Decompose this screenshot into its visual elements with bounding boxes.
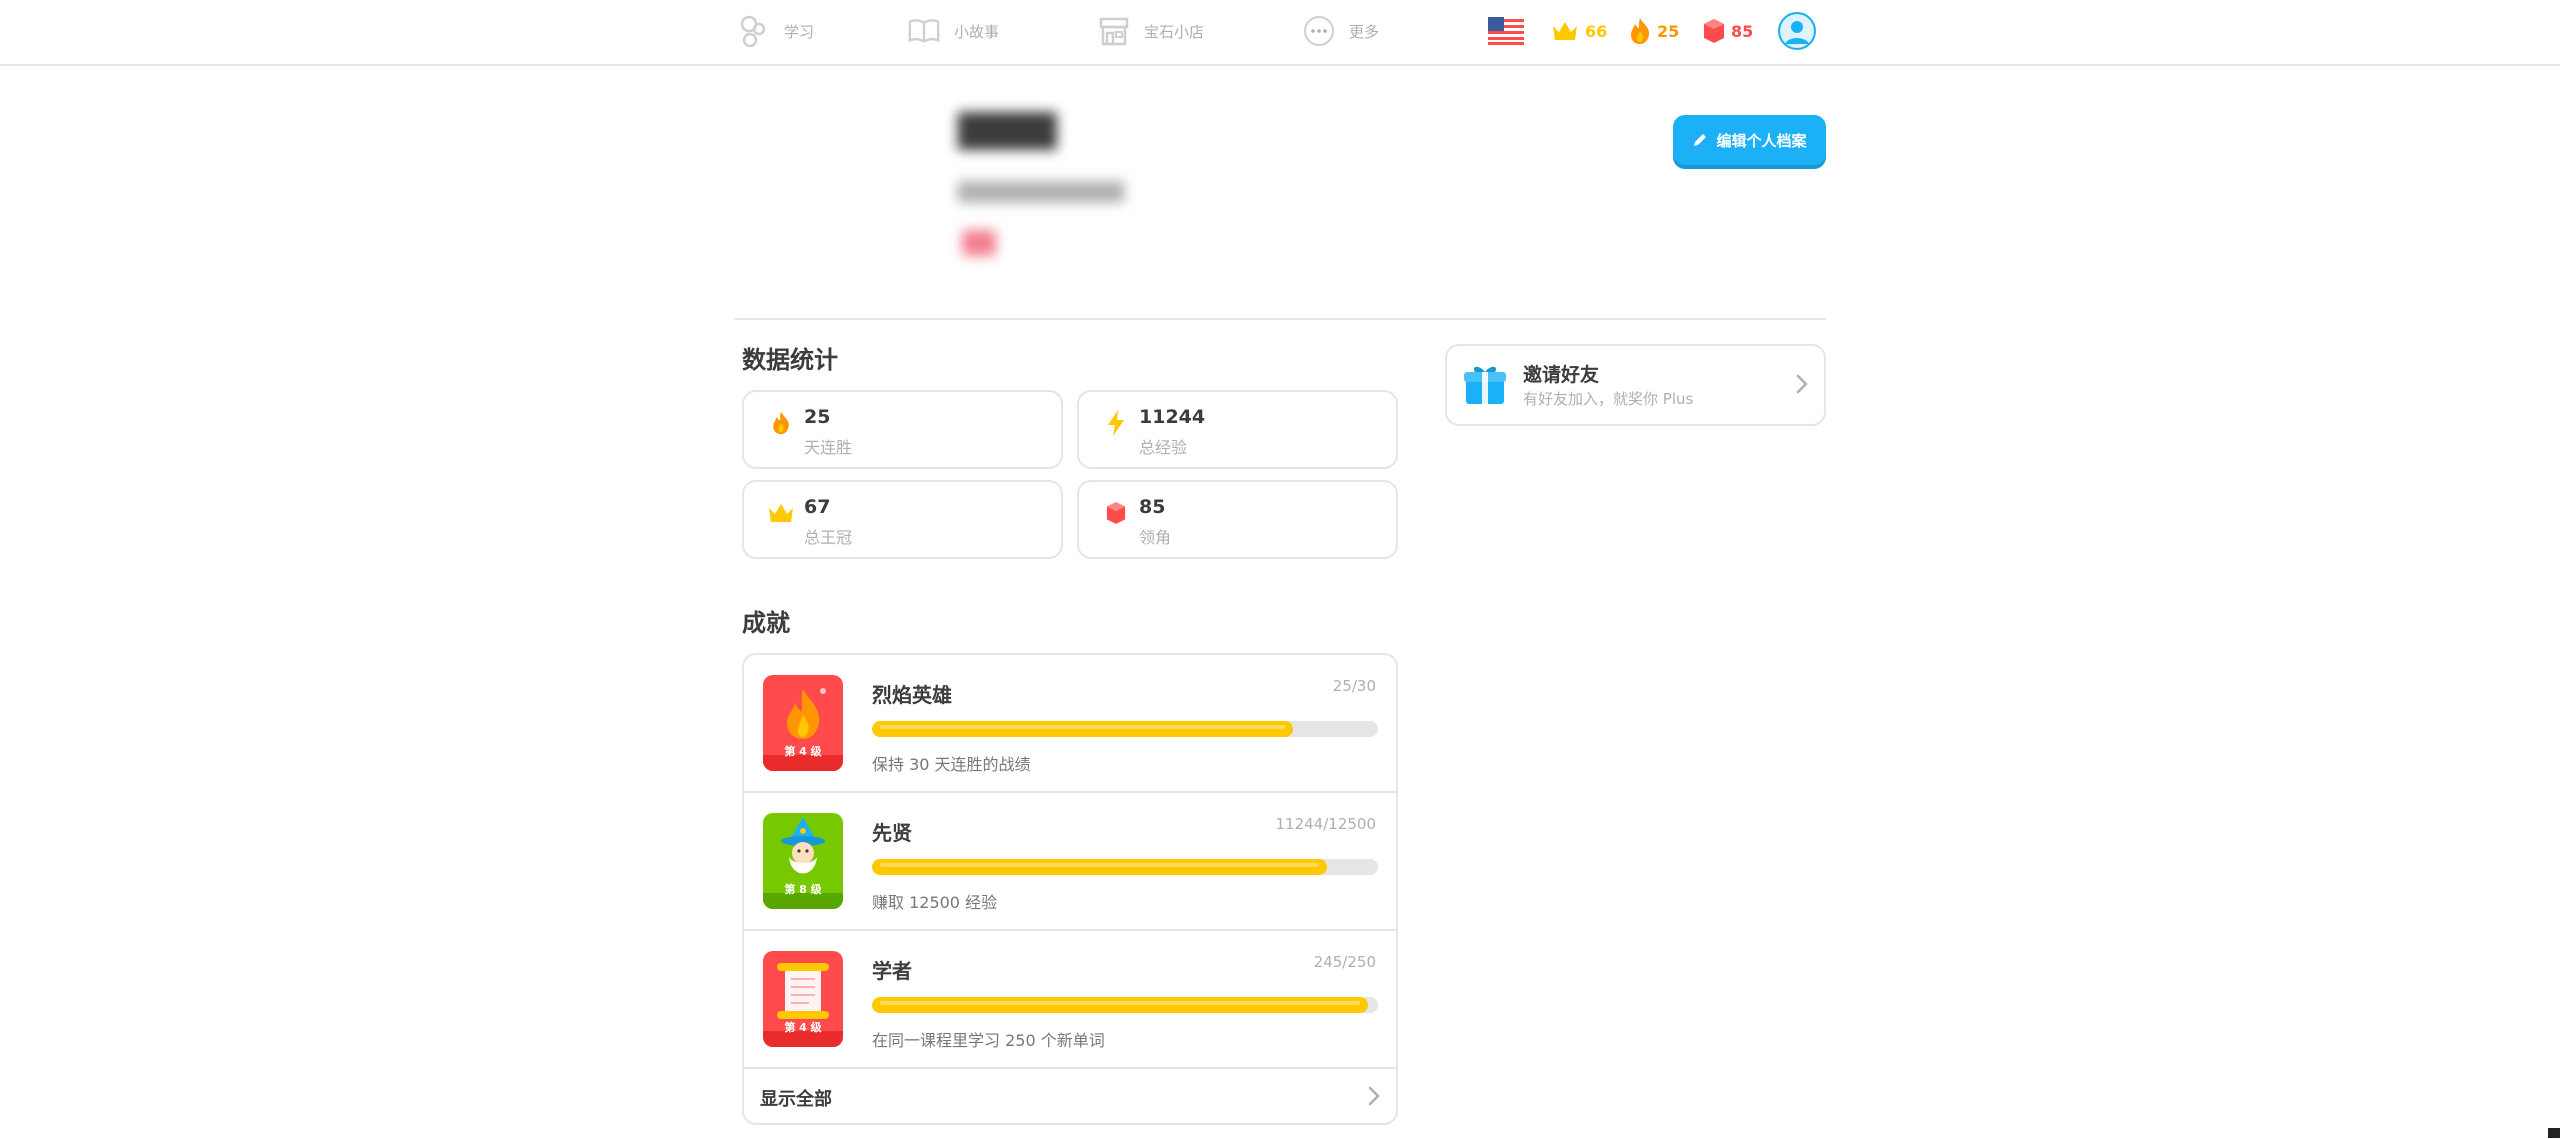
- achievement-progress-bar: [872, 997, 1378, 1013]
- course-flag[interactable]: [1488, 0, 1524, 62]
- achievement-progress-bar: [872, 859, 1378, 875]
- gem-icon: [1101, 498, 1131, 528]
- achievement-progress-bar: [872, 721, 1378, 737]
- achievements-list: 第 4 级 烈焰英雄 25/30 保持 30 天连胜的战绩 第 8 级 先贤 1…: [742, 653, 1398, 1125]
- gems-counter[interactable]: 85: [1703, 0, 1753, 62]
- stat-label: 天连胜: [804, 438, 853, 457]
- us-flag-icon: [1488, 17, 1524, 45]
- stats-title: 数据统计: [742, 346, 838, 374]
- edit-profile-button[interactable]: 编辑个人档案: [1673, 115, 1826, 165]
- achievement-description: 在同一课程里学习 250 个新单词: [872, 1031, 1105, 1050]
- pencil-icon: [1694, 134, 1707, 146]
- show-all-achievements-link[interactable]: 显示全部: [744, 1069, 1396, 1123]
- lightning-icon: [1101, 408, 1131, 438]
- achievement-level: 第 8 级: [784, 883, 822, 896]
- achievements-title: 成就: [742, 609, 790, 637]
- achievement-description: 保持 30 天连胜的战绩: [872, 755, 1031, 774]
- stat-value: 85: [1139, 496, 1166, 518]
- profile-flag-blurred: [962, 230, 996, 256]
- profile-meta-blurred: ████████████: [958, 182, 1125, 203]
- avatar[interactable]: [1778, 12, 1816, 50]
- progress-fill: [872, 721, 1294, 737]
- stat-label: 总王冠: [804, 528, 853, 547]
- crown-icon: [1553, 22, 1577, 40]
- achievement-description: 赚取 12500 经验: [872, 893, 998, 912]
- achievement-row[interactable]: 第 4 级 学者 245/250 在同一课程里学习 250 个新单词: [744, 931, 1396, 1069]
- more-icon: [1303, 15, 1335, 47]
- streak-count: 25: [1657, 21, 1680, 41]
- learn-icon: [738, 15, 770, 47]
- stat-label: 总经验: [1139, 438, 1188, 457]
- nav-stories-label: 小故事: [954, 22, 1000, 41]
- nav-learn[interactable]: 学习: [738, 0, 814, 62]
- stat-card-streak: 25 天连胜: [742, 390, 1063, 469]
- achievement-level: 第 4 级: [784, 745, 822, 758]
- show-all-label: 显示全部: [760, 1089, 832, 1110]
- achievement-progress-text: 25/30: [1332, 677, 1376, 695]
- achievement-row[interactable]: 第 8 级 先贤 11244/12500 赚取 12500 经验: [744, 793, 1396, 931]
- profile-name-blurred: ████: [958, 112, 1057, 150]
- achievement-level: 第 4 级: [784, 1021, 822, 1034]
- achievement-badge-fire: 第 4 级: [763, 675, 843, 771]
- crowns-count: 66: [1585, 21, 1608, 41]
- book-icon: [908, 15, 940, 47]
- chevron-right-icon: [1796, 374, 1808, 394]
- stat-value: 11244: [1139, 406, 1206, 428]
- gems-count: 85: [1731, 21, 1754, 41]
- stat-label: 领角: [1139, 528, 1172, 547]
- achievement-badge-sage: 第 8 级: [763, 813, 843, 909]
- invite-subtitle: 有好友加入，就奖你 Plus: [1523, 390, 1694, 408]
- nav-shop-label: 宝石小店: [1144, 22, 1205, 41]
- stat-card-crowns: 67 总王冠: [742, 480, 1063, 559]
- achievement-row[interactable]: 第 4 级 烈焰英雄 25/30 保持 30 天连胜的战绩: [744, 655, 1396, 793]
- achievement-progress-text: 245/250: [1313, 953, 1376, 971]
- top-nav-bar: 学习 小故事 宝石小店 更多 66 25 85: [0, 0, 2560, 66]
- edit-profile-label: 编辑个人档案: [1716, 131, 1807, 150]
- crowns-counter[interactable]: 66: [1551, 0, 1607, 62]
- stat-card-gems: 85 领角: [1077, 480, 1398, 559]
- stat-value: 67: [804, 496, 831, 518]
- profile-divider: [735, 318, 1826, 320]
- invite-title: 邀请好友: [1523, 364, 1600, 386]
- nav-more[interactable]: 更多: [1303, 0, 1379, 62]
- fire-icon: [1631, 18, 1650, 44]
- scrollbar-corner: [2548, 1128, 2560, 1138]
- progress-fill: [872, 859, 1328, 875]
- fire-icon: [766, 408, 796, 438]
- shop-icon: [1098, 15, 1130, 47]
- nav-learn-label: 学习: [784, 22, 815, 41]
- gem-icon: [1704, 19, 1724, 43]
- crown-icon: [766, 498, 796, 528]
- achievement-title: 先贤: [872, 821, 912, 845]
- gift-icon: [1464, 366, 1506, 404]
- achievement-title: 学者: [872, 959, 912, 983]
- stat-value: 25: [804, 406, 831, 428]
- nav-shop[interactable]: 宝石小店: [1098, 0, 1204, 62]
- achievement-badge-scholar: 第 4 级: [763, 951, 843, 1047]
- nav-stories[interactable]: 小故事: [908, 0, 999, 62]
- chevron-right-icon: [1368, 1086, 1380, 1106]
- progress-fill: [872, 997, 1368, 1013]
- streak-counter[interactable]: 25: [1629, 0, 1679, 62]
- achievement-title: 烈焰英雄: [872, 683, 952, 707]
- stat-card-xp: 11244 总经验: [1077, 390, 1398, 469]
- nav-more-label: 更多: [1349, 22, 1380, 41]
- achievement-progress-text: 11244/12500: [1275, 815, 1377, 833]
- invite-friends-card[interactable]: 邀请好友 有好友加入，就奖你 Plus: [1445, 344, 1826, 426]
